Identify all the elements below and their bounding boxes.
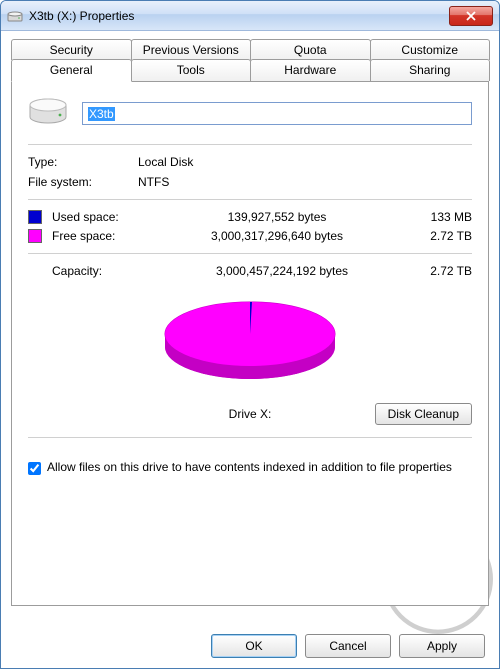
used-label: Used space: — [52, 210, 152, 224]
type-row: Type: Local Disk — [28, 155, 472, 169]
free-bytes: 3,000,317,296,640 bytes — [152, 229, 402, 243]
close-icon — [466, 11, 476, 21]
free-space-row: Free space: 3,000,317,296,640 bytes 2.72… — [28, 229, 472, 243]
close-button[interactable] — [449, 6, 493, 26]
capacity-bytes: 3,000,457,224,192 bytes — [162, 264, 402, 278]
divider — [28, 253, 472, 254]
indexing-label[interactable]: Allow files on this drive to have conten… — [47, 460, 452, 474]
drive-large-icon — [28, 96, 68, 130]
pie-chart — [28, 292, 472, 395]
free-swatch — [28, 229, 42, 243]
tab-row-2: General Tools Hardware Sharing — [11, 59, 489, 81]
free-label: Free space: — [52, 229, 152, 243]
properties-window: X3tb (X:) Properties Security Previous V… — [0, 0, 500, 669]
volume-name-input[interactable]: X3tb — [82, 102, 472, 125]
used-hr: 133 MB — [402, 210, 472, 224]
tab-general[interactable]: General — [11, 59, 132, 82]
disk-cleanup-button[interactable]: Disk Cleanup — [375, 403, 472, 425]
tab-security[interactable]: Security — [11, 39, 132, 60]
cancel-button[interactable]: Cancel — [305, 634, 391, 658]
tab-row-1: Security Previous Versions Quota Customi… — [11, 39, 489, 60]
filesystem-row: File system: NTFS — [28, 175, 472, 189]
ok-button[interactable]: OK — [211, 634, 297, 658]
titlebar[interactable]: X3tb (X:) Properties — [1, 1, 499, 31]
type-value: Local Disk — [138, 155, 193, 169]
indexing-checkbox[interactable] — [28, 462, 41, 475]
tab-quota[interactable]: Quota — [250, 39, 371, 60]
tab-panel-general: X3tb Type: Local Disk File system: NTFS … — [11, 81, 489, 606]
divider — [28, 144, 472, 145]
tab-tools[interactable]: Tools — [131, 59, 252, 81]
volume-name-text: X3tb — [88, 107, 115, 121]
free-hr: 2.72 TB — [402, 229, 472, 243]
window-title: X3tb (X:) Properties — [29, 9, 449, 23]
type-label: Type: — [28, 155, 138, 169]
tab-previous-versions[interactable]: Previous Versions — [131, 39, 252, 60]
used-bytes: 139,927,552 bytes — [152, 210, 402, 224]
indexing-row: Allow files on this drive to have conten… — [28, 460, 472, 475]
tab-sharing[interactable]: Sharing — [370, 59, 491, 81]
capacity-row: Capacity: 3,000,457,224,192 bytes 2.72 T… — [28, 264, 472, 278]
content-area: Security Previous Versions Quota Customi… — [1, 31, 499, 606]
apply-button[interactable]: Apply — [399, 634, 485, 658]
dialog-buttons: OK Cancel Apply — [211, 634, 485, 658]
drive-name-row: X3tb — [28, 96, 472, 130]
tab-customize[interactable]: Customize — [370, 39, 491, 60]
drive-icon — [7, 8, 23, 24]
tab-container: Security Previous Versions Quota Customi… — [11, 39, 489, 606]
capacity-label: Capacity: — [52, 264, 162, 278]
tab-hardware[interactable]: Hardware — [250, 59, 371, 81]
used-space-row: Used space: 139,927,552 bytes 133 MB — [28, 210, 472, 224]
filesystem-label: File system: — [28, 175, 138, 189]
drive-label-row: Drive X: Disk Cleanup — [28, 401, 472, 427]
divider — [28, 437, 472, 438]
pie-chart-svg — [150, 292, 350, 392]
filesystem-value: NTFS — [138, 175, 169, 189]
capacity-hr: 2.72 TB — [402, 264, 472, 278]
used-swatch — [28, 210, 42, 224]
divider — [28, 199, 472, 200]
